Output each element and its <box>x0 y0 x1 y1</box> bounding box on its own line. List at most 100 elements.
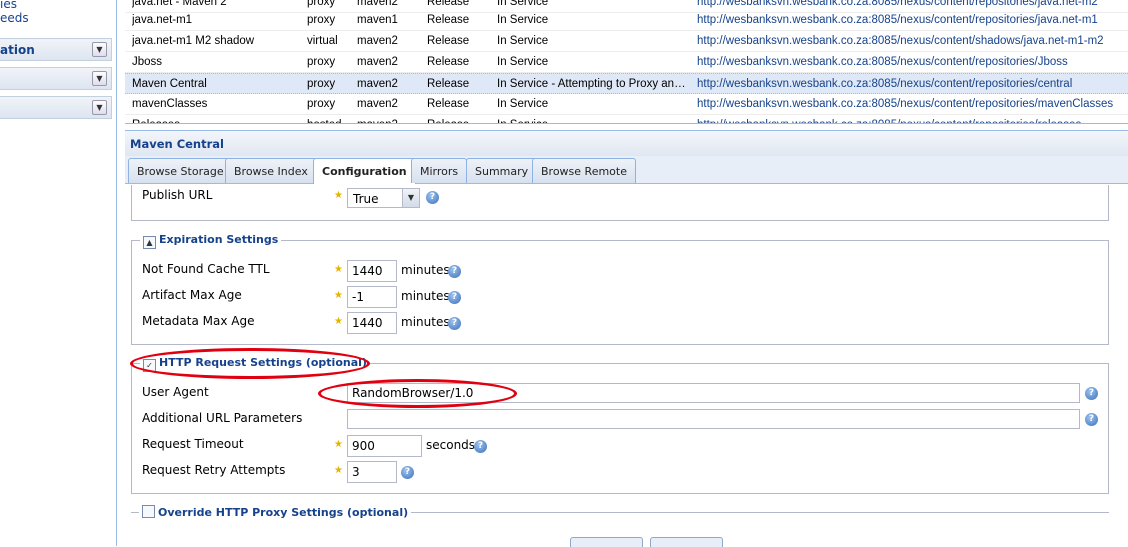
tab-bar: Browse Storage Browse Index Configuratio… <box>125 156 1128 184</box>
repo-policy-cell: Release <box>427 98 470 110</box>
repo-status-cell: In Service - Attempting to Proxy and ... <box>497 78 687 90</box>
sidebar-panel-administration[interactable]: ation ▼ <box>0 38 112 61</box>
chevron-down-icon[interactable]: ▼ <box>402 189 419 207</box>
repo-format-cell: maven2 <box>357 56 398 68</box>
proxy-legend: Override HTTP Proxy Settings (optional) <box>139 505 412 519</box>
repo-type-cell: proxy <box>307 0 336 8</box>
repo-type-cell: proxy <box>307 56 336 68</box>
repo-status-cell: In Service <box>497 0 549 8</box>
help-icon[interactable]: ? <box>474 440 487 453</box>
publish-url-value: True <box>353 192 379 206</box>
table-row[interactable]: Jboss proxy maven2 Release In Service http://… <box>125 52 1128 73</box>
repo-type-cell: virtual <box>307 35 338 47</box>
repo-policy-cell: Release <box>427 0 470 8</box>
detail-title: Maven Central <box>125 131 1128 156</box>
repo-format-cell: maven2 <box>357 78 398 90</box>
table-row[interactable]: java.net-m1 M2 shadow virtual maven2 Releas… <box>125 31 1128 52</box>
repo-name-cell: mavenClasses <box>132 98 208 110</box>
repo-policy-cell: Release <box>427 119 487 123</box>
repo-url-cell[interactable]: http://wesbanksvn.wesbank.co.za:8085/nex… <box>697 56 1127 68</box>
tab-browse-index[interactable]: Browse Index <box>225 158 317 183</box>
artifact-max-age-label: Artifact Max Age <box>142 288 242 302</box>
table-row[interactable]: Maven Central proxy maven2 Release In Servic… <box>125 73 1128 94</box>
tab-mirrors[interactable]: Mirrors <box>411 158 468 183</box>
table-row[interactable]: java.net-m1 proxy maven1 Release In Service h… <box>125 10 1128 31</box>
repo-type-cell: proxy <box>307 78 336 90</box>
highlight-ellipse-http-legend <box>130 348 370 379</box>
required-star-icon: ★ <box>334 290 343 301</box>
repo-url-cell[interactable]: http://wesbanksvn.wesbank.co.za:8085/nex… <box>697 98 1127 110</box>
request-timeout-input[interactable] <box>347 435 422 457</box>
proxy-settings-checkbox[interactable] <box>142 505 155 518</box>
collapse-toggle-icon[interactable]: ▼ <box>92 71 107 86</box>
repo-type-cell: proxy <box>307 98 336 110</box>
left-sidebar: ies eeds ation ▼ ▼ ▼ <box>0 0 117 546</box>
repository-grid: java.net - Maven 2 proxy maven2 Release In S… <box>125 0 1128 124</box>
sidebar-panel-3[interactable]: ▼ <box>0 96 112 119</box>
http-request-settings-fieldset: ✓ HTTP Request Settings (optional) User A… <box>131 356 1109 494</box>
expiration-legend-text: Expiration Settings <box>159 233 279 246</box>
metadata-max-age-label: Metadata Max Age <box>142 314 255 328</box>
tab-configuration[interactable]: Configuration <box>313 158 416 184</box>
repo-status-cell: In Service <box>497 119 687 123</box>
collapse-toggle-icon[interactable]: ▼ <box>92 42 107 57</box>
minutes-unit: minutes <box>401 289 450 303</box>
highlight-ellipse-user-agent <box>318 379 517 408</box>
repo-name-cell: Jboss <box>132 56 163 68</box>
repo-url-cell[interactable]: http://wesbanksvn.wesbank.co.za:8085/nex… <box>697 35 1127 47</box>
repo-status-cell: In Service <box>497 98 549 110</box>
help-icon[interactable]: ? <box>426 191 439 204</box>
retry-attempts-label: Request Retry Attempts <box>142 463 286 477</box>
repo-policy-cell: Release <box>427 78 470 90</box>
collapse-icon[interactable]: ▲ <box>143 236 156 249</box>
repo-format-cell: maven2 <box>357 119 417 123</box>
tab-browse-remote[interactable]: Browse Remote <box>532 158 636 183</box>
publish-url-select[interactable]: True ▼ <box>347 188 420 208</box>
repo-status-cell: In Service <box>497 35 549 47</box>
repo-url-cell[interactable]: http://wesbanksvn.wesbank.co.za:8085/nex… <box>697 0 1127 8</box>
help-icon[interactable]: ? <box>448 317 461 330</box>
repo-url-cell[interactable]: http://wesbanksvn.wesbank.co.za:8085/nex… <box>697 78 1127 90</box>
help-icon[interactable]: ? <box>1085 387 1098 400</box>
sidebar-panel-2[interactable]: ▼ <box>0 67 112 90</box>
repo-url-cell[interactable]: http://wesbanksvn.wesbank.co.za:8085/nex… <box>697 119 1127 123</box>
repo-policy-cell: Release <box>427 56 470 68</box>
table-row[interactable]: Releases hostedmaven2 Release In Service htt… <box>125 115 1128 123</box>
repo-policy-cell: Release <box>427 35 470 47</box>
publish-url-label: Publish URL <box>142 188 213 202</box>
help-icon[interactable]: ? <box>448 265 461 278</box>
sidebar-link-repositories[interactable]: ies <box>0 0 17 11</box>
tab-summary[interactable]: Summary <box>466 158 538 183</box>
metadata-max-age-input[interactable] <box>347 312 397 334</box>
tab-browse-storage[interactable]: Browse Storage <box>128 158 233 183</box>
sidebar-link-feeds[interactable]: eeds <box>0 11 29 25</box>
request-timeout-label: Request Timeout <box>142 437 244 451</box>
repo-format-cell: maven2 <box>357 0 398 8</box>
repo-name-cell: Releases <box>132 119 302 123</box>
repo-name-cell: java.net - Maven 2 <box>132 0 227 8</box>
proxy-legend-text: Override HTTP Proxy Settings (optional) <box>158 506 409 519</box>
collapse-toggle-icon[interactable]: ▼ <box>92 100 107 115</box>
expiration-legend: ▲ Expiration Settings <box>140 233 282 249</box>
artifact-max-age-input[interactable] <box>347 286 397 308</box>
retry-attempts-input[interactable] <box>347 461 397 483</box>
required-star-icon: ★ <box>334 465 343 476</box>
required-star-icon: ★ <box>334 439 343 450</box>
repo-name-cell: java.net-m1 M2 shadow <box>132 35 255 47</box>
table-row[interactable]: mavenClasses proxy maven2 Release In Service… <box>125 94 1128 115</box>
help-icon[interactable]: ? <box>1085 413 1098 426</box>
not-found-ttl-input[interactable] <box>347 260 397 282</box>
user-agent-label: User Agent <box>142 385 209 399</box>
help-icon[interactable]: ? <box>448 291 461 304</box>
additional-url-params-input[interactable] <box>347 409 1080 429</box>
additional-url-params-label: Additional URL Parameters <box>142 411 303 425</box>
not-found-ttl-label: Not Found Cache TTL <box>142 262 270 276</box>
repo-url-cell[interactable]: http://wesbanksvn.wesbank.co.za:8085/nex… <box>697 14 1127 26</box>
repo-status-cell: In Service <box>497 56 549 68</box>
repo-type-cell: hosted <box>307 119 357 123</box>
help-icon[interactable]: ? <box>401 466 414 479</box>
repo-format-cell: maven2 <box>357 35 398 47</box>
repo-name-cell: Maven Central <box>132 78 207 90</box>
repo-policy-cell: Release <box>427 14 470 26</box>
seconds-unit: seconds <box>426 438 476 452</box>
